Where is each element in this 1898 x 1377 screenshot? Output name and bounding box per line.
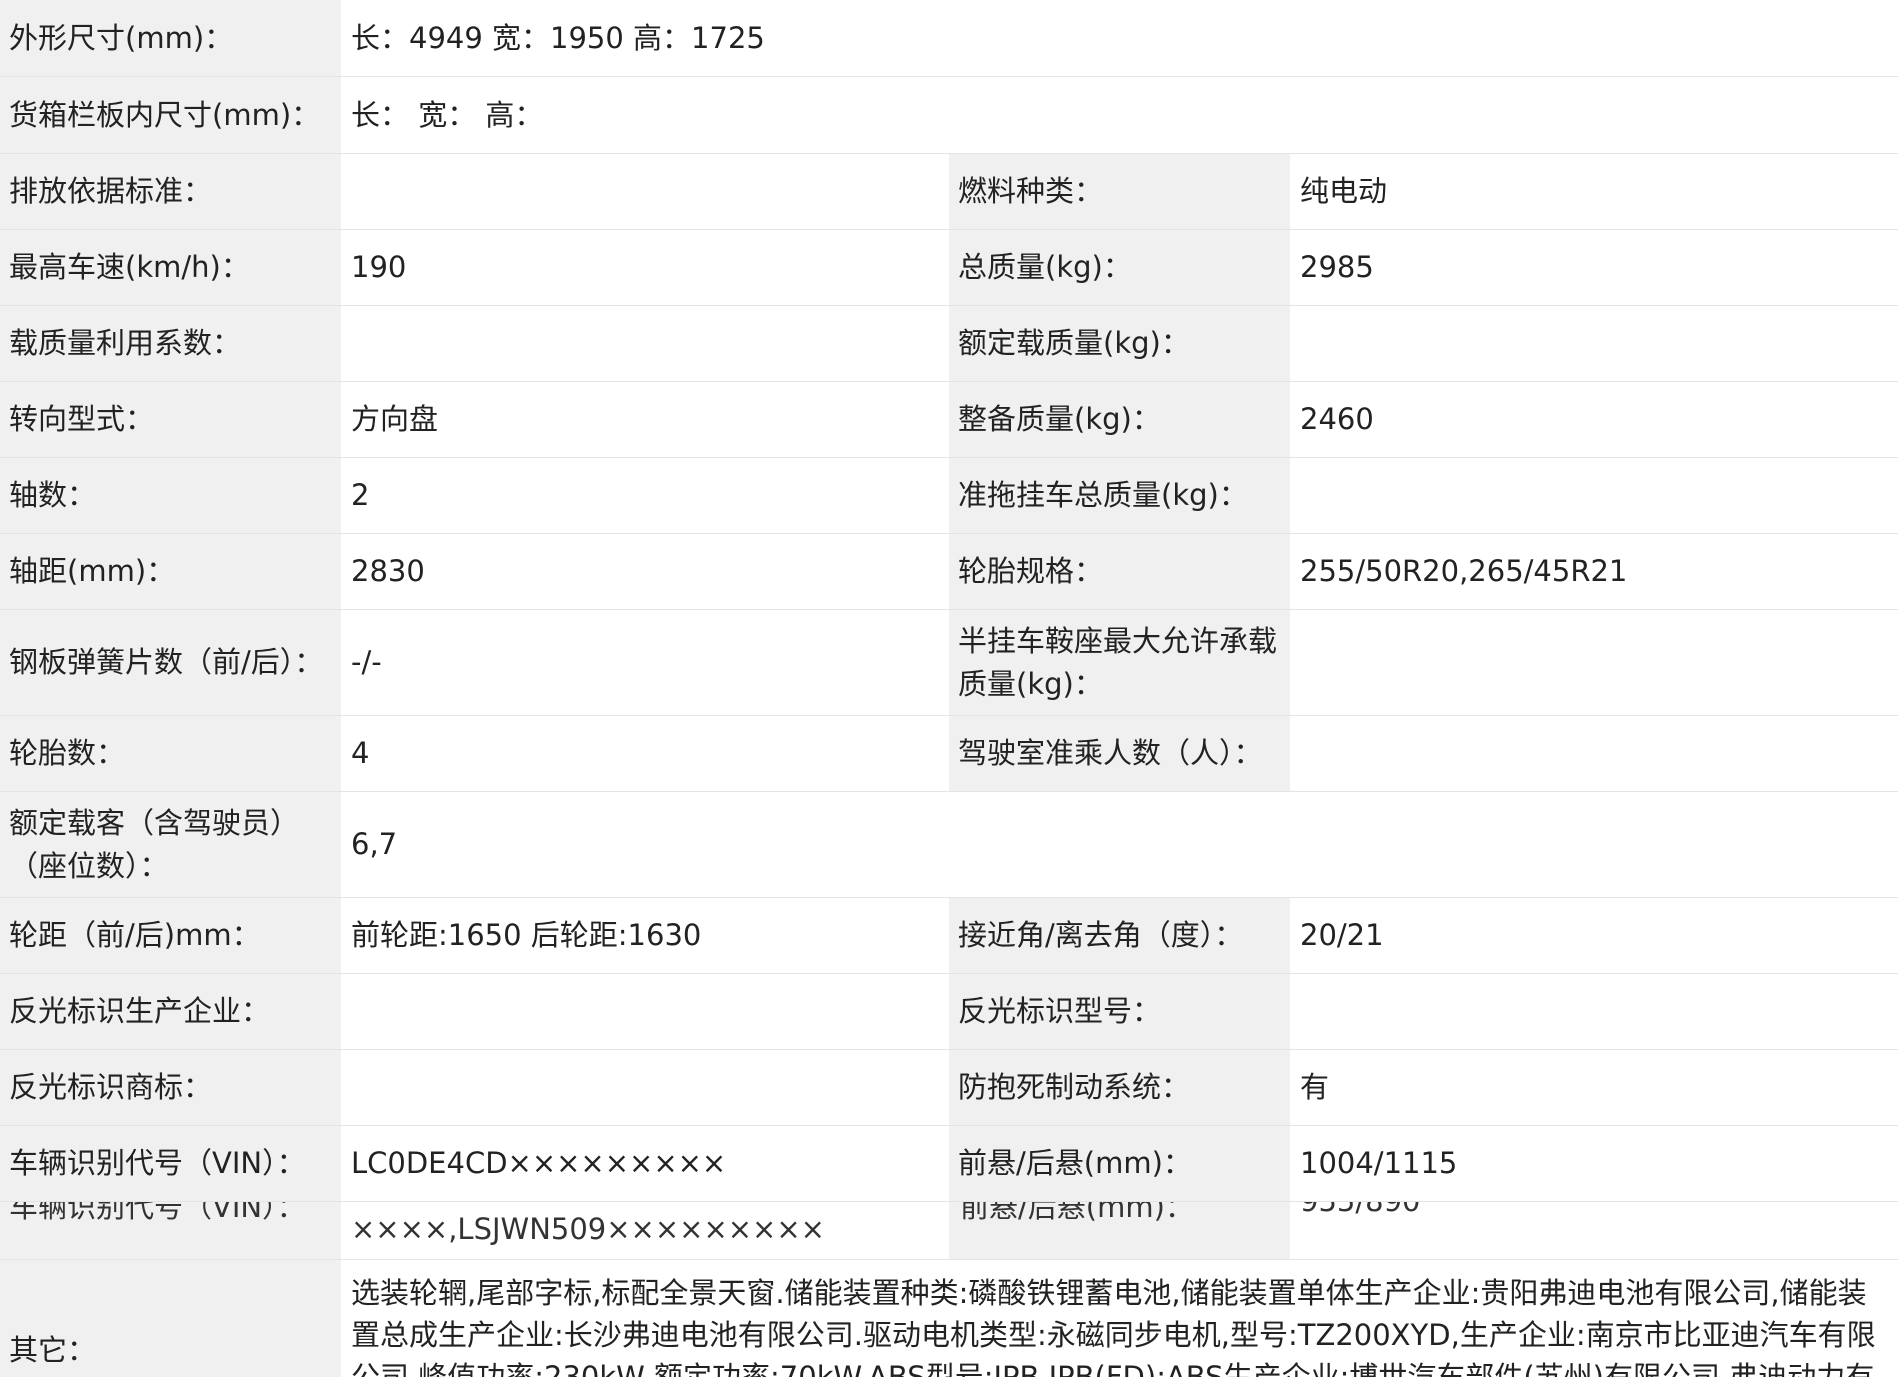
spec-row-steering-curb: 转向型式： 方向盘 整备质量(kg)： 2460 (0, 382, 1898, 458)
spec-row-reflector-mark-abs: 反光标识商标： 防抱死制动系统： 有 (0, 1050, 1898, 1126)
label-fuel-type: 燃料种类： (949, 154, 1290, 229)
label-vin: 车辆识别代号（VIN）： (0, 1126, 341, 1201)
value-trailer-mass (1291, 458, 1898, 533)
spec-row-cargo-box: 货箱栏板内尺寸(mm)： 长： 宽： 高： (0, 77, 1898, 154)
value-curb-weight: 2460 (1291, 382, 1898, 457)
value-max-speed: 190 (342, 230, 948, 305)
value-leaf-springs: -/- (342, 610, 948, 715)
label-cab-passengers: 驾驶室准乘人数（人）： (949, 716, 1290, 791)
label-reflector-brand: 反光标识商标： (0, 1050, 341, 1125)
label-overhang: 前悬/后悬(mm)： (949, 1126, 1290, 1201)
value-vin: LC0DE4CD××××××××× (342, 1126, 948, 1201)
value-tire-spec: 255/50R20,265/45R21 (1291, 534, 1898, 609)
label-load-coefficient: 载质量利用系数： (0, 306, 341, 381)
spec-row-vin-overhang: 车辆识别代号（VIN）： LC0DE4CD××××××××× 前悬/后悬(mm)… (0, 1126, 1898, 1202)
spec-row-dimensions: 外形尺寸(mm)： 长：4949 宽：1950 高：1725 (0, 0, 1898, 77)
spec-row-track-angles: 轮距（前/后)mm： 前轮距:1650 后轮距:1630 接近角/离去角（度）：… (0, 898, 1898, 974)
spec-row-tire-count-cab: 轮胎数： 4 驾驶室准乘人数（人）： (0, 716, 1898, 792)
label-abs: 防抱死制动系统： (949, 1050, 1290, 1125)
label-rated-passengers: 额定载客（含驾驶员）（座位数）： (0, 792, 341, 897)
label-total-mass: 总质量(kg)： (949, 230, 1290, 305)
value-emission-standard (342, 154, 948, 229)
value-cab-passengers (1291, 716, 1898, 791)
vehicle-spec-sheet: 外形尺寸(mm)： 长：4949 宽：1950 高：1725 货箱栏板内尺寸(m… (0, 0, 1898, 1377)
value-track-width: 前轮距:1650 后轮距:1630 (342, 898, 948, 973)
value-approach-departure: 20/21 (1291, 898, 1898, 973)
spec-row-emission-fuel: 排放依据标准： 燃料种类： 纯电动 (0, 154, 1898, 230)
spec-row-load: 载质量利用系数： 额定载质量(kg)： (0, 306, 1898, 382)
value-reflector-model (1291, 974, 1898, 1049)
label-other: 其它： (0, 1260, 341, 1377)
value-tire-count: 4 (342, 716, 948, 791)
label-track-width: 轮距（前/后)mm： (0, 898, 341, 973)
label-trailer-mass: 准拖挂车总质量(kg)： (949, 458, 1290, 533)
label-axles: 轴数： (0, 458, 341, 533)
label-max-speed: 最高车速(km/h)： (0, 230, 341, 305)
label-leaf-springs: 钢板弹簧片数（前/后）： (0, 610, 341, 715)
value-load-coefficient (342, 306, 948, 381)
value-other: 选装轮辋,尾部字标,标配全景天窗.储能装置种类:磷酸铁锂蓄电池,储能装置单体生产… (351, 1276, 1876, 1377)
spec-row-wheelbase-tires: 轴距(mm)： 2830 轮胎规格： 255/50R20,265/45R21 (0, 534, 1898, 610)
value-axles: 2 (342, 458, 948, 533)
value-wheelbase: 2830 (342, 534, 948, 609)
label-overhang-cut: 前悬/后悬(mm)： (960, 1202, 1194, 1224)
label-reflector-model: 反光标识型号： (949, 974, 1290, 1049)
value-rated-passengers: 6,7 (342, 792, 1898, 897)
value-saddle-load (1291, 610, 1898, 715)
label-approach-departure: 接近角/离去角（度）： (949, 898, 1290, 973)
value-rated-load (1291, 306, 1898, 381)
label-steering: 转向型式： (0, 382, 341, 457)
value-reflector-brand (342, 1050, 948, 1125)
value-steering: 方向盘 (342, 382, 948, 457)
label-dimensions: 外形尺寸(mm)： (0, 0, 341, 76)
value-vin-continued: ××××,LSJWN509××××××××× (351, 1212, 825, 1246)
value-total-mass: 2985 (1291, 230, 1898, 305)
value-overhang-cut: 955/890 (1300, 1202, 1420, 1218)
label-cargo-box: 货箱栏板内尺寸(mm)： (0, 77, 341, 153)
label-emission-standard: 排放依据标准： (0, 154, 341, 229)
spec-row-springs-saddle: 钢板弹簧片数（前/后）： -/- 半挂车鞍座最大允许承载质量(kg)： (0, 610, 1898, 716)
value-abs: 有 (1291, 1050, 1898, 1125)
label-reflector-maker: 反光标识生产企业： (0, 974, 341, 1049)
label-wheelbase: 轴距(mm)： (0, 534, 341, 609)
value-cargo-box: 长： 宽： 高： (342, 77, 1898, 153)
label-rated-load: 额定载质量(kg)： (949, 306, 1290, 381)
spec-row-vin-overhang-continued: 车辆识别代号（VIN）： 前悬/后悬(mm)： 955/890 ××××,LSJ… (0, 1202, 1898, 1260)
spec-row-seats: 额定载客（含驾驶员）（座位数）： 6,7 (0, 792, 1898, 898)
value-dimensions: 长：4949 宽：1950 高：1725 (342, 0, 1898, 76)
spec-row-reflector: 反光标识生产企业： 反光标识型号： (0, 974, 1898, 1050)
label-tire-spec: 轮胎规格： (949, 534, 1290, 609)
spec-row-speed-mass: 最高车速(km/h)： 190 总质量(kg)： 2985 (0, 230, 1898, 306)
label-tire-count: 轮胎数： (0, 716, 341, 791)
label-saddle-load: 半挂车鞍座最大允许承载质量(kg)： (949, 610, 1290, 715)
label-curb-weight: 整备质量(kg)： (949, 382, 1290, 457)
value-fuel-type: 纯电动 (1291, 154, 1898, 229)
spec-row-axles-trailer: 轴数： 2 准拖挂车总质量(kg)： (0, 458, 1898, 534)
value-overhang: 1004/1115 (1291, 1126, 1898, 1201)
label-vin-cut: 车辆识别代号（VIN）： (9, 1202, 306, 1224)
value-reflector-maker (342, 974, 948, 1049)
